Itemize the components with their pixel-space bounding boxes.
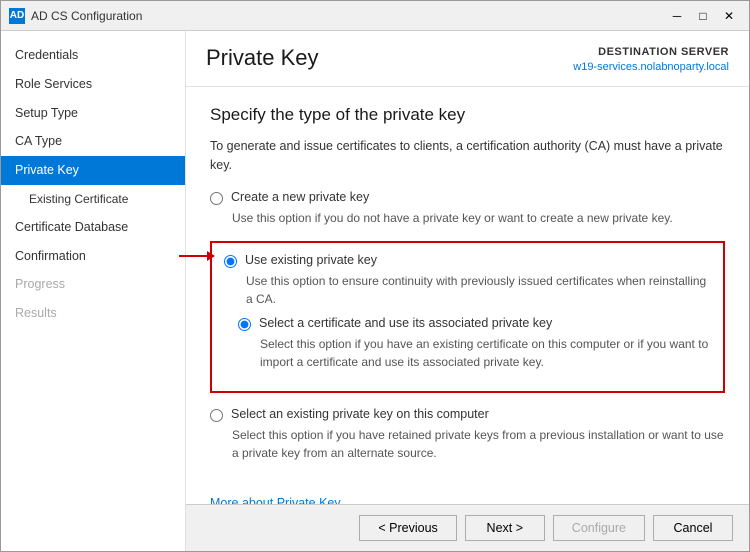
top-header: Private Key DESTINATION SERVER w19-servi… [186, 31, 749, 87]
sub-option-group-a: Select a certificate and use its associa… [238, 316, 711, 371]
option1-row: Create a new private key [210, 190, 725, 205]
content-body: Specify the type of the private key To g… [186, 87, 749, 504]
minimize-button[interactable]: ─ [665, 6, 689, 26]
option2-label[interactable]: Use existing private key [245, 253, 377, 267]
cancel-button[interactable]: Cancel [653, 515, 733, 541]
sidebar-item-setup-type[interactable]: Setup Type [1, 99, 185, 128]
option2b-desc: Select this option if you have retained … [232, 426, 725, 462]
sidebar-item-existing-cert[interactable]: Existing Certificate [1, 185, 185, 213]
sidebar-item-ca-type[interactable]: CA Type [1, 127, 185, 156]
highlighted-box: Use existing private key Use this option… [210, 241, 725, 393]
intro-text: To generate and issue certificates to cl… [210, 137, 725, 175]
maximize-button[interactable]: □ [691, 6, 715, 26]
option2a-row: Select a certificate and use its associa… [238, 316, 711, 331]
window-controls: ─ □ ✕ [665, 6, 741, 26]
option2b-row: Select an existing private key on this c… [210, 407, 725, 422]
sidebar-item-role-services[interactable]: Role Services [1, 70, 185, 99]
option2-row: Use existing private key [224, 253, 711, 268]
close-button[interactable]: ✕ [717, 6, 741, 26]
option2b-group: Select an existing private key on this c… [210, 407, 725, 462]
option-group-1: Create a new private key Use this option… [210, 190, 725, 227]
sidebar-item-confirmation[interactable]: Confirmation [1, 242, 185, 271]
footer: < Previous Next > Configure Cancel [186, 504, 749, 551]
sidebar-item-private-key[interactable]: Private Key [1, 156, 185, 185]
option1-radio[interactable] [210, 192, 223, 205]
window-title: AD CS Configuration [31, 9, 665, 23]
destination-label: DESTINATION SERVER [573, 45, 729, 60]
option1-label[interactable]: Create a new private key [231, 190, 369, 204]
sidebar-item-results: Results [1, 299, 185, 328]
configure-button: Configure [553, 515, 645, 541]
section-title: Specify the type of the private key [210, 105, 725, 125]
option1-desc: Use this option if you do not have a pri… [232, 209, 725, 227]
sidebar: Credentials Role Services Setup Type CA … [1, 31, 186, 551]
app-icon: AD [9, 8, 25, 24]
main-window: AD AD CS Configuration ─ □ ✕ Credentials… [0, 0, 750, 552]
option2a-label[interactable]: Select a certificate and use its associa… [259, 316, 552, 330]
sidebar-item-progress: Progress [1, 270, 185, 299]
option2a-desc: Select this option if you have an existi… [260, 335, 711, 371]
main-layout: Credentials Role Services Setup Type CA … [1, 31, 749, 551]
previous-button[interactable]: < Previous [359, 515, 456, 541]
next-button[interactable]: Next > [465, 515, 545, 541]
option2-desc: Use this option to ensure continuity wit… [246, 272, 711, 308]
option2a-radio[interactable] [238, 318, 251, 331]
option2-radio[interactable] [224, 255, 237, 268]
option2b-radio[interactable] [210, 409, 223, 422]
sidebar-item-credentials[interactable]: Credentials [1, 41, 185, 70]
titlebar: AD AD CS Configuration ─ □ ✕ [1, 1, 749, 31]
right-content: Private Key DESTINATION SERVER w19-servi… [186, 31, 749, 551]
destination-server-block: DESTINATION SERVER w19-services.nolabnop… [573, 45, 729, 76]
option2b-label[interactable]: Select an existing private key on this c… [231, 407, 489, 421]
page-title: Private Key [206, 45, 319, 71]
server-name: w19-services.nolabnoparty.local [573, 60, 729, 75]
sidebar-item-cert-database[interactable]: Certificate Database [1, 213, 185, 242]
more-about-private-key-link[interactable]: More about Private Key [210, 496, 341, 504]
